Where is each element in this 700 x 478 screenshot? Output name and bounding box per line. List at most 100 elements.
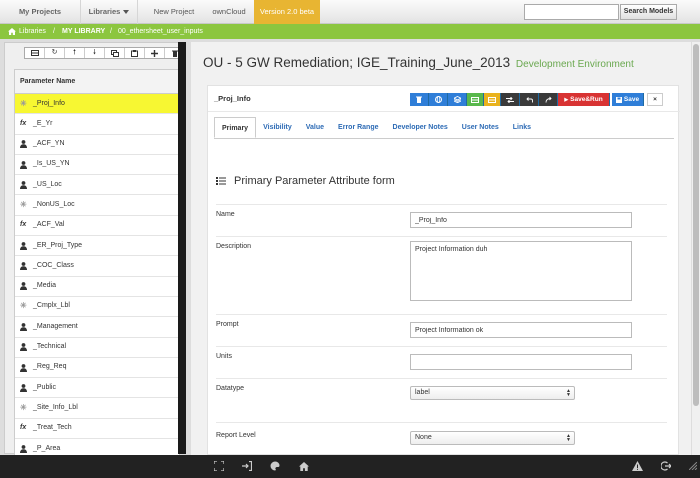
tab-error-range[interactable]: Error Range [331,117,385,138]
datatype-row: Datatype label ▲ ▼ [216,378,667,422]
copy-icon[interactable] [105,48,125,58]
name-field[interactable] [410,212,632,228]
close-button[interactable]: × [647,93,663,106]
parameter-item[interactable]: _Is_US_YN [15,155,179,176]
home-icon[interactable] [296,459,312,473]
home-icon[interactable] [8,28,18,43]
user-icon [20,383,31,392]
prompt-label: Prompt [216,321,239,328]
grid-icon[interactable] [467,93,484,106]
parameter-item-label: _Technical [33,343,67,351]
user-icon [20,323,31,331]
user-icon [20,180,31,189]
parameter-list-header: Parameter Name [15,70,179,94]
sidebar-scrollbar[interactable] [178,42,186,454]
parameter-item[interactable]: fx _E_Yr [15,114,179,135]
save-run-button[interactable]: ▶ Save&Run [558,93,610,106]
gear-icon: ✳ [20,199,27,209]
function-icon: fx [20,221,27,229]
tabs-divider [214,138,674,139]
tab-developer-notes[interactable]: Developer Notes [386,117,455,138]
parameter-item[interactable]: _Reg_Req [15,358,179,379]
parameter-item-label: _Is_US_YN [33,160,70,168]
parameter-item-label: _Treat_Tech [33,424,72,432]
palette-icon[interactable] [267,459,283,473]
sidebar-toolbar: ↻ 🠕 🠗 [24,47,186,59]
card-title: _Proj_Info [214,94,251,103]
move-up-icon[interactable]: 🠕 [65,48,85,58]
parameter-item[interactable]: _US_Loc [15,175,179,196]
resize-grip-icon[interactable] [688,459,698,473]
units-label: Units [216,353,232,360]
save-button[interactable]: Save [612,93,644,106]
nav-my-projects[interactable]: My Projects [8,0,72,24]
tab-primary[interactable]: Primary [214,117,257,138]
form-title: Primary Parameter Attribute form [216,175,395,187]
card-divider [208,111,680,112]
login-icon[interactable] [239,459,255,473]
nav-new-project[interactable]: New Project [146,0,202,24]
report-level-row: Report Level None ▲ ▼ [216,422,667,456]
parameter-item[interactable]: _COC_Class [15,256,179,277]
move-down-icon[interactable]: 🠗 [85,48,105,58]
paste-icon[interactable] [125,48,145,58]
parameter-item[interactable]: _ER_Proj_Type [15,236,179,257]
parameter-item-label: _ACF_Val [33,221,65,229]
user-icon [20,241,31,250]
datatype-select[interactable]: label ▲ ▼ [410,386,575,400]
parameter-item[interactable]: ✳ _Proj_Info [15,94,179,115]
nav-owncloud[interactable]: ownCloud [208,0,250,24]
tab-value[interactable]: Value [299,117,331,138]
parameter-item[interactable]: _Management [15,317,179,338]
user-icon [20,343,31,352]
globe-icon[interactable] [429,93,448,106]
parameter-item[interactable]: _P_Area [15,439,179,455]
table-icon[interactable] [484,93,501,106]
parameter-item[interactable]: fx _ACF_Val [15,216,179,237]
units-field[interactable] [410,354,632,370]
share-icon[interactable] [539,93,558,106]
layers-icon[interactable] [448,93,467,106]
parameter-item[interactable]: ✳ _NonUS_Loc [15,195,179,216]
save-run-label: Save&Run [570,96,603,103]
parameter-item[interactable]: _Technical [15,338,179,358]
parameter-item[interactable]: _Public [15,378,179,399]
fullscreen-icon[interactable] [211,459,227,473]
editor-scrollbar-thumb[interactable] [693,44,699,406]
parameter-item-label: _US_Loc [33,180,62,188]
swap-icon[interactable] [501,93,520,106]
add-icon[interactable] [145,48,165,58]
tab-visibility[interactable]: Visibility [256,117,299,138]
parameter-item[interactable]: ✳ _Site_Info_Lbl [15,398,179,419]
tab-user-notes[interactable]: User Notes [455,117,506,138]
parameter-item-label: _E_Yr [33,119,53,127]
description-field[interactable] [410,241,632,301]
breadcrumb-libraries[interactable]: Libraries [19,24,46,39]
parameter-item[interactable]: ✳ _Cmplx_Lbl [15,297,179,318]
tab-links[interactable]: Links [506,117,538,138]
breadcrumb-my-library[interactable]: MY LIBRARY [62,24,105,39]
description-row: Description [216,236,667,314]
report-level-select[interactable]: None ▲ ▼ [410,431,575,445]
parameter-item[interactable]: _ACF_YN [15,135,179,155]
select-arrows-icon: ▲ ▼ [566,433,571,443]
top-navbar: My Projects Libraries New Project ownClo… [0,0,700,24]
search-input[interactable] [524,4,619,20]
prompt-field[interactable] [410,322,632,338]
search-models-button[interactable]: Search Models [620,4,677,20]
editor-panel: OU - 5 GW Remediation; IGE_Training_June… [191,42,691,455]
logout-icon[interactable] [658,459,674,473]
parameter-sidebar: ↻ 🠕 🠗 Parameter Name ✳ _Proj_Info fx _E_Yr _… [4,42,186,455]
parameter-item[interactable]: fx _Treat_Tech [15,419,179,440]
parameter-item[interactable]: _Media [15,277,179,297]
parameter-item-label: _Management [33,322,78,330]
prompt-row: Prompt [216,314,667,346]
delete-icon[interactable] [410,93,429,106]
refresh-icon[interactable]: ↻ [45,48,65,58]
select-arrows-icon: ▲ ▼ [566,388,571,398]
select-all-icon[interactable] [25,48,45,58]
warning-icon[interactable] [629,459,645,473]
nav-libraries-dropdown[interactable]: Libraries [80,0,138,24]
undo-icon[interactable] [520,93,539,106]
attribute-tabs: Primary Visibility Value Error Range Develop… [214,117,538,138]
